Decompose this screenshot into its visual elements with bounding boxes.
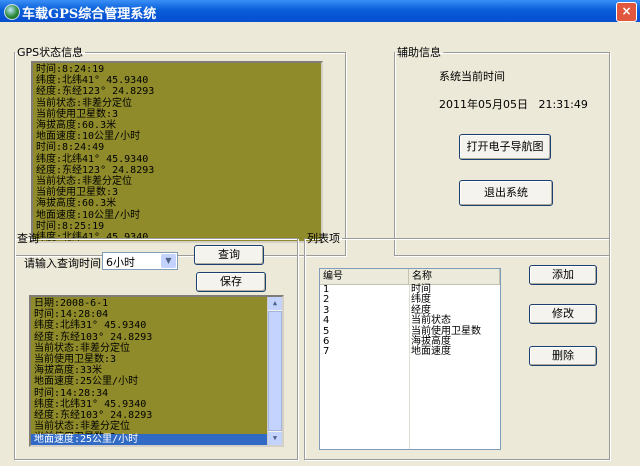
query-time-value: 6小时 (106, 256, 135, 269)
items-listview[interactable]: 编号 名称 1 时间 2 纬度 3 经度 4 当前状态 5 当前使用卫星数 6 海拔高度 7 地面速度 (319, 268, 501, 450)
list-item-id: 2 (323, 294, 330, 306)
main-window: GPS状态信息 时间:8:24:19 纬度:北纬41° 45.9340 经度:东经1… (2, 22, 638, 466)
query-time-prompt: 请输入查询时间 (24, 257, 101, 270)
gps-status-line: 当前使用卫星数:3 (36, 108, 119, 120)
gps-status-memo[interactable]: 时间:8:24:19 纬度:北纬41° 45.9340 经度:东经123° 24.8… (31, 61, 323, 243)
query-result-line: 地面速度:25公里/小时 (34, 376, 139, 388)
gps-status-line: 海拔高度:60.3米 (36, 120, 117, 132)
query-result-line: 纬度:北纬31° 45.9340 (34, 320, 147, 332)
close-button[interactable]: × (616, 2, 637, 22)
column-divider (409, 285, 410, 449)
list-items-legend: 列表项 (307, 232, 340, 245)
gps-status-line: 当前状态:非差分定位 (36, 176, 133, 188)
query-result-line: 当前使用卫星数:3 (34, 354, 117, 366)
gps-status-legend: GPS状态信息 (17, 46, 84, 59)
list-item-name: 当前状态 (411, 315, 451, 327)
list-item[interactable]: 2 纬度 (320, 294, 500, 306)
query-result-line: 纬度:北纬31° 45.9340 (34, 398, 147, 410)
edit-button[interactable]: 修改 (529, 304, 597, 324)
list-item-id: 1 (323, 284, 330, 295)
gps-status-line: 经度:东经123° 24.8293 (36, 86, 155, 98)
open-nav-map-button[interactable]: 打开电子导航图 (459, 134, 551, 160)
title-bar: 车载GPS综合管理系统 × (0, 0, 640, 22)
listview-header: 编号 名称 (320, 269, 500, 285)
gps-status-line: 地面速度:10公里/小时 (36, 209, 141, 221)
list-item-id: 7 (323, 346, 330, 358)
aux-info-legend: 辅助信息 (397, 46, 441, 59)
query-result-line: 日期:2008-6-1 (34, 298, 109, 309)
gps-status-line: 地面速度:10公里/小时 (36, 131, 141, 143)
list-item-id: 4 (323, 315, 330, 327)
query-result-line: 当前状态:非差分定位 (34, 421, 131, 433)
query-result-line: 经度:东经103° 24.8293 (34, 331, 153, 343)
query-result-memo[interactable]: 日期:2008-6-1 时间:14:28:04 纬度:北纬31° 45.9340 经度… (29, 295, 284, 447)
query-result-lines: 日期:2008-6-1 时间:14:28:04 纬度:北纬31° 45.9340 经度… (31, 297, 282, 445)
gps-status-line: 时间:8:24:49 (36, 142, 105, 154)
list-item-id: 5 (323, 325, 330, 337)
gps-status-line: 当前使用卫星数:3 (36, 187, 119, 199)
app-globe-icon (4, 4, 20, 20)
scroll-down-icon[interactable]: ▼ (268, 432, 282, 445)
query-result-line: 海拔高度:33米 (34, 365, 103, 377)
system-datetime: 2011年05月05日 21:31:49 (439, 98, 588, 111)
query-selected-line[interactable]: 地面速度:25公里/小时 (31, 434, 268, 445)
gps-status-line: 当前状态:非差分定位 (36, 97, 133, 109)
list-item[interactable]: 6 海拔高度 (320, 335, 500, 347)
window-title: 车载GPS综合管理系统 (22, 7, 157, 22)
exit-system-button[interactable]: 退出系统 (459, 180, 553, 206)
col-header-name[interactable]: 名称 (409, 269, 500, 284)
gps-status-line: 海拔高度:60.3米 (36, 198, 117, 210)
gps-status-line: 经度:东经123° 24.8293 (36, 164, 155, 176)
list-item-name: 地面速度 (411, 346, 451, 358)
gps-status-line: 纬度:北纬41° 45.9340 (36, 75, 149, 87)
system-time-label: 系统当前时间 (439, 70, 505, 83)
listview-rows: 1 时间 2 纬度 3 经度 4 当前状态 5 当前使用卫星数 6 海拔高度 7 地面速度 (320, 284, 500, 358)
list-item[interactable]: 5 当前使用卫星数 (320, 325, 500, 337)
gps-status-line: 纬度:北纬41° 45.9340 (36, 153, 149, 165)
list-item-id: 6 (323, 335, 330, 347)
query-result-line: 时间:14:28:34 (34, 387, 109, 399)
list-item[interactable]: 7 地面速度 (320, 346, 500, 358)
chevron-down-icon[interactable]: ▼ (161, 254, 176, 268)
list-item[interactable]: 4 当前状态 (320, 315, 500, 327)
add-button[interactable]: 添加 (529, 265, 597, 285)
gps-status-line: 时间:8:24:19 (36, 64, 105, 75)
save-button[interactable]: 保存 (196, 272, 266, 292)
col-header-id[interactable]: 编号 (320, 269, 409, 284)
list-item[interactable]: 1 时间 (320, 284, 500, 295)
query-result-line: 经度:东经103° 24.8293 (34, 410, 153, 422)
list-item[interactable]: 3 经度 (320, 304, 500, 316)
list-item-id: 3 (323, 304, 330, 316)
query-legend: 查询 (17, 232, 39, 245)
query-result-line: 当前状态:非差分定位 (34, 342, 131, 354)
scroll-up-icon[interactable]: ▲ (268, 297, 282, 310)
query-result-line: 时间:14:28:04 (34, 309, 109, 321)
query-button[interactable]: 查询 (194, 245, 264, 265)
scroll-thumb[interactable] (268, 311, 282, 431)
query-time-select[interactable]: 6小时 ▼ (102, 252, 178, 270)
query-scrollbar[interactable]: ▲ ▼ (267, 297, 282, 445)
delete-button[interactable]: 删除 (529, 346, 597, 366)
